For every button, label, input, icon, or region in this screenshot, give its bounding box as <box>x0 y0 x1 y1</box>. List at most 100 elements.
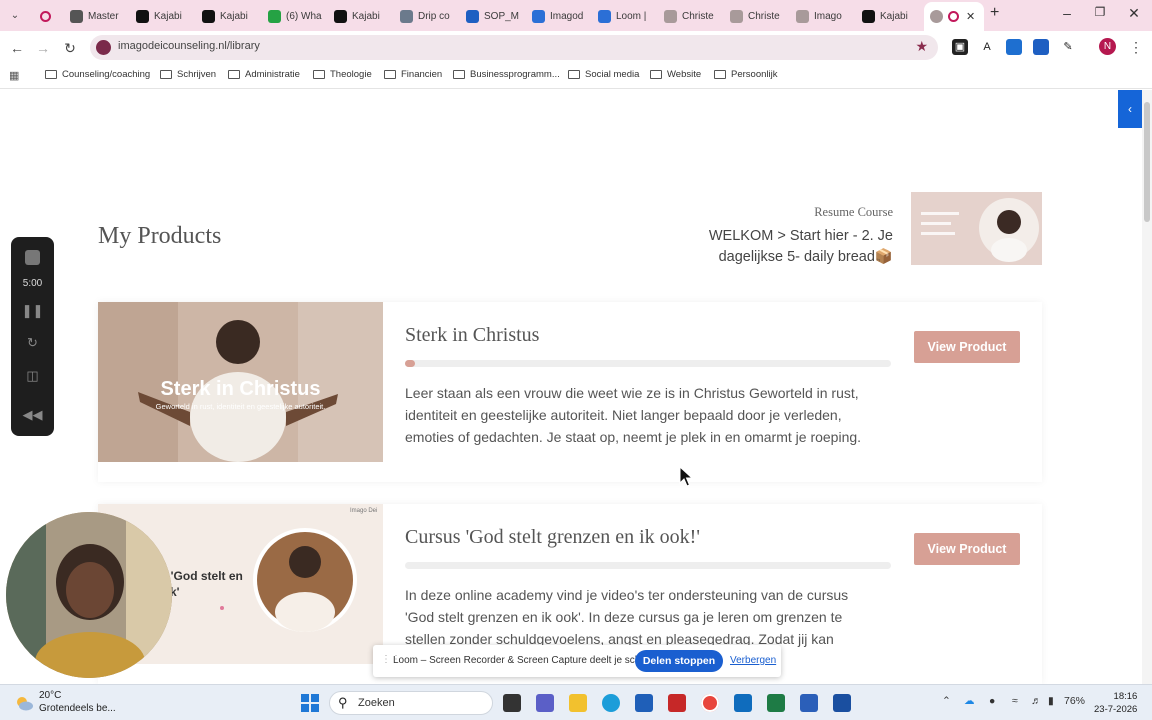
hide-link[interactable]: Verbergen <box>730 655 776 666</box>
volume-icon[interactable]: ♬ <box>1031 695 1042 707</box>
teams-icon[interactable] <box>536 694 554 712</box>
show-hidden-icons[interactable]: ⌃ <box>942 695 951 707</box>
restart-icon[interactable]: ↻ <box>11 335 54 351</box>
chrome-icon[interactable] <box>701 694 719 712</box>
extensions-puzzle-icon[interactable]: ✎ <box>1060 39 1076 55</box>
close-window-button[interactable]: ✕ <box>1119 5 1149 22</box>
security-app-icon[interactable] <box>833 694 851 712</box>
apps-grid-icon[interactable]: ▦ <box>9 69 19 82</box>
record-dot-icon <box>948 11 959 22</box>
restore-button[interactable]: ❐ <box>1085 5 1115 19</box>
sidebar-toggle-button[interactable]: ‹ <box>1118 90 1142 128</box>
browser-tab[interactable]: (6) Wha <box>262 4 328 28</box>
pause-icon[interactable]: ❚❚ <box>11 303 54 319</box>
browser-tab[interactable]: Imagod <box>526 4 592 28</box>
bookmark-label: Social media <box>585 69 640 80</box>
microphone-icon[interactable]: ● <box>989 695 995 707</box>
browser-tab[interactable]: Kajabi <box>196 4 262 28</box>
weather-temperature: 20°C <box>39 690 62 701</box>
product-title[interactable]: Sterk in Christus <box>405 324 539 347</box>
collapse-icon[interactable]: ◀◀ <box>11 407 54 423</box>
browser-menu-icon[interactable]: ⋮ <box>1126 37 1146 57</box>
stop-recording-icon[interactable] <box>25 250 40 265</box>
product-title[interactable]: Cursus 'God stelt grenzen en ik ook!' <box>405 526 700 549</box>
page-title: My Products <box>98 223 222 249</box>
forward-button[interactable]: → <box>33 38 53 58</box>
tab-label: SOP_M <box>484 10 520 22</box>
drip-icon <box>400 9 413 23</box>
view-product-button[interactable]: View Product <box>914 331 1020 363</box>
browser-tab[interactable]: Master <box>64 4 130 28</box>
view-product-button[interactable]: View Product <box>914 533 1020 565</box>
tab-label: Christe <box>748 10 780 22</box>
tab-label: Loom | <box>616 10 647 22</box>
bookmark-folder[interactable]: Schrijven <box>160 69 216 80</box>
browser-tab[interactable]: SOP_M <box>460 4 526 28</box>
browser-tab[interactable]: Christe <box>658 4 724 28</box>
file-explorer-icon[interactable] <box>569 694 587 712</box>
browser-tab[interactable]: Loom | <box>592 4 658 28</box>
reload-button[interactable]: ↻ <box>60 38 80 58</box>
bookmark-label: Persoonlijk <box>731 69 778 80</box>
task-view-icon[interactable] <box>503 694 521 712</box>
weather-description: Grotendeels be... <box>39 703 116 714</box>
browser-tab[interactable]: Kajabi <box>130 4 196 28</box>
translate-icon[interactable]: A <box>979 39 995 55</box>
bookmark-folder[interactable]: Counseling/coaching <box>45 69 150 80</box>
bookmark-folder[interactable]: Persoonlijk <box>714 69 777 80</box>
minimize-button[interactable]: – <box>1052 5 1082 21</box>
bookmark-folder[interactable]: Theologie <box>313 69 372 80</box>
edge-icon[interactable] <box>602 694 620 712</box>
battery-icon[interactable]: ▮ <box>1048 695 1054 707</box>
webcam-bubble[interactable] <box>6 512 172 678</box>
tab-active[interactable]: ✕ <box>924 2 984 31</box>
word-icon[interactable] <box>800 694 818 712</box>
extension-icon[interactable] <box>1006 39 1022 55</box>
close-tab-icon[interactable]: ✕ <box>966 10 975 23</box>
thumbnail-illustration <box>911 192 1042 265</box>
browser-tab[interactable]: Kajabi <box>856 4 922 28</box>
profile-avatar[interactable]: N <box>1099 38 1116 55</box>
stop-sharing-button[interactable]: Delen stoppen <box>635 650 723 672</box>
browser-tab[interactable]: Christe <box>724 4 790 28</box>
excel-icon[interactable] <box>767 694 785 712</box>
product-image[interactable]: Sterk in Christus Geworteld in rust, ide… <box>98 302 383 462</box>
site-info-icon[interactable] <box>96 40 111 55</box>
product-image-subtitle: Geworteld in rust, identiteit en geestel… <box>155 402 326 411</box>
bookmark-folder[interactable]: Businessprogramm... <box>453 69 560 80</box>
taskbar-search[interactable]: ⚲ Zoeken <box>329 691 493 715</box>
folder-icon <box>650 70 662 79</box>
kajabi-icon <box>334 9 347 23</box>
wifi-icon[interactable]: ≈ <box>1012 695 1018 707</box>
browser-tab[interactable]: Drip co <box>394 4 460 28</box>
browser-tab[interactable]: Kajabi <box>328 4 394 28</box>
outlook-icon[interactable] <box>734 694 752 712</box>
page-scrollbar[interactable] <box>1142 90 1152 684</box>
tab-search-icon[interactable]: ⌄ <box>6 7 24 25</box>
folder-icon <box>453 70 465 79</box>
new-tab-button[interactable]: + <box>990 4 999 22</box>
bookmark-folder[interactable]: Social media <box>568 69 639 80</box>
bookmark-star-icon[interactable]: ★ <box>915 38 928 55</box>
product-image-title: Sterk in Christus <box>160 378 321 400</box>
onedrive-icon[interactable]: ☁ <box>964 695 975 707</box>
resume-course-title[interactable]: WELKOM > Start hier - 2. Je dagelijkse 5… <box>693 226 893 268</box>
delete-icon[interactable]: ◫ <box>11 368 54 384</box>
bookmark-folder[interactable]: Financien <box>384 69 442 80</box>
store-icon[interactable] <box>635 694 653 712</box>
extension-icon[interactable] <box>1033 39 1049 55</box>
resume-course-thumbnail[interactable] <box>911 192 1042 265</box>
address-bar[interactable]: imagodeicounseling.nl/library ★ <box>90 35 938 60</box>
browser-tab[interactable]: Imago <box>790 4 856 28</box>
extension-icon[interactable]: ▣ <box>952 39 968 55</box>
progress-bar <box>405 562 891 569</box>
bookmark-folder[interactable]: Administratie <box>228 69 300 80</box>
bookmark-folder[interactable]: Website <box>650 69 701 80</box>
weather-cloud-icon[interactable] <box>14 693 34 713</box>
system-clock[interactable]: 18:16 23-7-2026 <box>1094 690 1137 716</box>
start-button[interactable] <box>301 694 319 712</box>
mcafee-icon[interactable] <box>668 694 686 712</box>
back-button[interactable]: ← <box>7 38 27 58</box>
scrollbar-thumb[interactable] <box>1144 102 1150 222</box>
tab-label: Imago <box>814 10 842 22</box>
